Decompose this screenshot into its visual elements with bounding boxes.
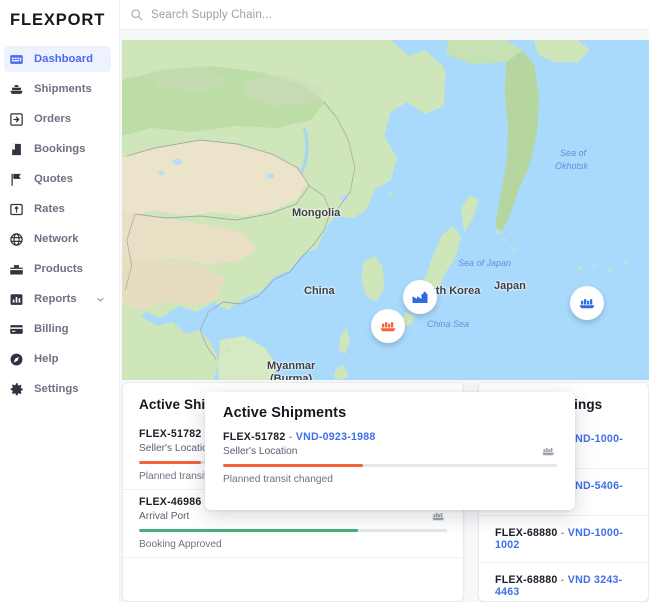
sidebar-item-label: Bookings <box>34 143 86 155</box>
sidebar-item-label: Shipments <box>34 83 92 95</box>
booking-flex-id: FLEX-68880 <box>495 574 558 586</box>
top-bar <box>120 0 649 30</box>
booking-separator: - <box>560 574 565 586</box>
search-input[interactable] <box>151 8 639 21</box>
map-canvas[interactable]: Mongolia China South Korea Japan Myanmar… <box>122 40 649 380</box>
overlay-shipment-stage: Seller's Location <box>223 445 298 457</box>
sidebar-item-reports[interactable]: Reports <box>4 286 111 312</box>
booking-row[interactable]: FLEX-68880 - VND-1000-1002 <box>479 516 648 563</box>
credit-card-icon <box>9 322 24 337</box>
chevron-down-icon[interactable] <box>96 295 105 304</box>
container-ship-icon <box>579 299 595 309</box>
sidebar: FLEXPORT Dashboard Shipments Orders Booking… <box>0 0 120 602</box>
shipment-stage: Arrival Port <box>139 510 190 522</box>
shipment-flex-id: FLEX-46986 <box>139 496 202 508</box>
shipment-progress-fill <box>139 461 201 464</box>
book-icon <box>9 142 24 157</box>
overlay-shipment-sub: Seller's Location <box>223 445 557 457</box>
active-shipments-overlay-card[interactable]: Active Shipments FLEX-51782 - VND-0923-1… <box>205 392 575 510</box>
booking-separator: - <box>560 527 565 539</box>
sidebar-item-quotes[interactable]: Quotes <box>4 166 111 192</box>
container-ship-icon <box>431 510 447 522</box>
sidebar-item-products[interactable]: Products <box>4 256 111 282</box>
search-icon <box>130 8 143 21</box>
container-ship-icon <box>541 445 557 457</box>
help-compass-icon <box>9 352 24 367</box>
sidebar-item-bookings[interactable]: Bookings <box>4 136 111 162</box>
overlay-flex-id: FLEX-51782 <box>223 431 286 443</box>
sidebar-item-label: Quotes <box>34 173 73 185</box>
overlay-card-title: Active Shipments <box>223 405 347 421</box>
map-marker-container-ship-3[interactable] <box>570 286 604 320</box>
shipment-progress-fill <box>139 529 358 532</box>
sidebar-item-label: Help <box>34 353 59 365</box>
factory-icon <box>412 291 428 303</box>
sidebar-item-label: Rates <box>34 203 65 215</box>
overlay-shipment-status: Planned transit changed <box>223 474 333 485</box>
sidebar-item-shipments[interactable]: Shipments <box>4 76 111 102</box>
shipment-stage: Seller's Location <box>139 442 214 454</box>
sidebar-item-settings[interactable]: Settings <box>4 376 111 402</box>
map-marker-factory[interactable] <box>403 280 437 314</box>
sidebar-nav: Dashboard Shipments Orders Bookings Quotes Ra… <box>0 34 119 402</box>
ship-icon <box>9 82 24 97</box>
overlay-shipment-row[interactable]: FLEX-51782 - VND-0923-1988 Seller's Loca… <box>205 429 575 485</box>
sidebar-item-label: Network <box>34 233 79 245</box>
gear-icon <box>9 382 24 397</box>
overlay-vnd-id[interactable]: VND-0923-1988 <box>296 431 376 443</box>
overlay-separator: - <box>288 431 293 443</box>
sidebar-item-billing[interactable]: Billing <box>4 316 111 342</box>
map-marker-container-ship-2[interactable] <box>371 309 405 343</box>
shipment-flex-id: FLEX-51782 <box>139 428 202 440</box>
sidebar-item-help[interactable]: Help <box>4 346 111 372</box>
sidebar-item-label: Products <box>34 263 83 275</box>
products-box-icon <box>9 262 24 277</box>
overlay-progress-fill <box>223 464 364 467</box>
dashboard-icon <box>9 52 24 67</box>
sidebar-item-label: Reports <box>34 293 77 305</box>
sidebar-item-label: Billing <box>34 323 69 335</box>
shipment-progress-track <box>139 529 447 532</box>
sidebar-item-network[interactable]: Network <box>4 226 111 252</box>
overlay-progress-track <box>223 464 557 467</box>
rates-icon <box>9 202 24 217</box>
app-root: FLEXPORT Dashboard Shipments Orders Booking… <box>0 0 649 602</box>
brand-logo[interactable]: FLEXPORT <box>0 0 119 34</box>
sidebar-item-orders[interactable]: Orders <box>4 106 111 132</box>
sidebar-item-label: Dashboard <box>34 53 94 65</box>
shipment-status: Booking Approved <box>139 539 222 550</box>
bar-chart-icon <box>9 292 24 307</box>
overlay-shipment-id: FLEX-51782 - VND-0923-1988 <box>223 431 557 443</box>
order-enter-icon <box>9 112 24 127</box>
shipment-sub: Arrival Port <box>139 510 447 522</box>
sidebar-item-label: Settings <box>34 383 79 395</box>
globe-icon <box>9 232 24 247</box>
sidebar-item-rates[interactable]: Rates <box>4 196 111 222</box>
container-ship-icon <box>380 322 396 332</box>
sidebar-item-label: Orders <box>34 113 72 125</box>
flag-icon <box>9 172 24 187</box>
sidebar-item-dashboard[interactable]: Dashboard <box>4 46 111 72</box>
booking-row[interactable]: FLEX-68880 - VND 3243-4463 <box>479 563 648 601</box>
main-area: Mongolia China South Korea Japan Myanmar… <box>120 0 649 602</box>
booking-flex-id: FLEX-68880 <box>495 527 558 539</box>
